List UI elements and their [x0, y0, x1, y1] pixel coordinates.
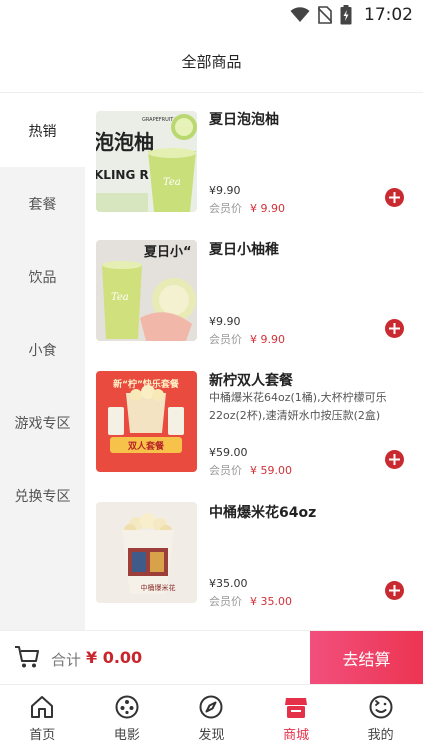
member-price: ¥ 35.00	[250, 595, 292, 608]
product-item[interactable]: 泡泡柚 GRAPEFRUIT JUICE KLING R Tea 夏日泡泡柚 ¥…	[85, 94, 423, 225]
image-text: Tea	[163, 177, 181, 188]
category-games[interactable]: 游戏专区	[0, 386, 85, 459]
tab-discover[interactable]: 发现	[169, 685, 254, 752]
compass-icon	[199, 695, 223, 719]
profile-icon	[369, 695, 393, 719]
product-price: ¥35.00	[209, 577, 248, 590]
image-text: KLING R	[96, 168, 149, 182]
image-text: 夏日小“	[143, 245, 192, 260]
film-reel-icon	[115, 695, 139, 719]
product-price: ¥9.90	[209, 184, 241, 197]
tab-label: 商城	[283, 728, 310, 743]
category-combo[interactable]: 套餐	[0, 167, 85, 240]
status-icons: 17:02	[290, 4, 413, 26]
add-to-cart-button[interactable]	[385, 450, 404, 469]
page-title: 全部商品	[181, 52, 242, 71]
member-price: ¥ 9.90	[250, 202, 285, 215]
plus-icon	[389, 454, 400, 465]
category-label: 热销	[28, 123, 57, 140]
total-amount: ¥ 0.00	[86, 648, 143, 667]
product-name: 夏日小柚稚	[209, 242, 279, 258]
category-snacks[interactable]: 小食	[0, 313, 85, 386]
bottom-tab-bar: 首页 电影 发现 商城 我的	[0, 684, 423, 752]
product-item[interactable]: 新“柠”快乐套餐 双人套餐 新柠双人套餐 中桶爆米花64oz(1桶),大杯柠檬可…	[85, 356, 423, 487]
category-label: 游戏专区	[14, 415, 71, 432]
product-price: ¥9.90	[209, 315, 241, 328]
category-sidebar: 热销 套餐 饮品 小食 游戏专区 兑换专区	[0, 94, 85, 630]
status-bar: 17:02	[0, 0, 423, 30]
category-redeem[interactable]: 兑换专区	[0, 459, 85, 532]
member-price-label: 会员价	[209, 333, 242, 346]
add-to-cart-button[interactable]	[385, 319, 404, 338]
tab-profile[interactable]: 我的	[338, 685, 423, 752]
no-sim-icon	[318, 6, 332, 24]
header: 全部商品	[0, 30, 423, 93]
wifi-icon	[290, 7, 310, 22]
product-image: 夏日小“ Tea	[96, 240, 197, 341]
category-hot[interactable]: 热销	[0, 94, 85, 167]
battery-icon	[340, 5, 352, 25]
plus-icon	[389, 323, 400, 334]
member-price-row: 会员价 ¥ 9.90	[209, 331, 285, 347]
shop-icon	[285, 698, 308, 718]
add-to-cart-button[interactable]	[385, 581, 404, 600]
plus-icon	[389, 192, 400, 203]
member-price: ¥ 59.00	[250, 464, 292, 477]
product-item[interactable]: 夏日小“ Tea 夏日小柚稚 ¥9.90 会员价 ¥ 9.90	[85, 225, 423, 356]
image-text: 双人套餐	[128, 440, 165, 452]
checkout-button[interactable]: 去结算	[310, 631, 423, 685]
tab-label: 电影	[113, 728, 140, 743]
product-list: 泡泡柚 GRAPEFRUIT JUICE KLING R Tea 夏日泡泡柚 ¥…	[85, 94, 423, 630]
category-drinks[interactable]: 饮品	[0, 240, 85, 313]
category-label: 饮品	[28, 269, 57, 286]
tab-label: 我的	[367, 728, 394, 743]
add-to-cart-button[interactable]	[385, 188, 404, 207]
member-price-row: 会员价 ¥ 59.00	[209, 462, 292, 478]
member-price-label: 会员价	[209, 202, 242, 215]
product-name: 中桶爆米花64oz	[209, 505, 317, 521]
member-price-label: 会员价	[209, 595, 242, 608]
member-price: ¥ 9.90	[250, 333, 285, 346]
product-price: ¥59.00	[209, 446, 248, 459]
product-item[interactable]: 中桶爆米花 中桶爆米花64oz ¥35.00 会员价 ¥ 35.00	[85, 487, 423, 618]
member-price-row: 会员价 ¥ 9.90	[209, 200, 285, 216]
tab-shop[interactable]: 商城	[254, 685, 339, 752]
tab-home[interactable]: 首页	[0, 685, 85, 752]
product-description: 中桶爆米花64oz(1桶),大杯柠檬可乐22oz(2杯),速清妍水巾按压款(2盒…	[209, 391, 387, 422]
image-text: 中桶爆米花	[141, 583, 176, 592]
status-time: 17:02	[364, 5, 413, 25]
product-name: 夏日泡泡柚	[209, 112, 279, 128]
image-text: Tea	[111, 292, 129, 303]
tab-label: 发现	[198, 728, 225, 743]
total-label: 合计	[51, 651, 82, 669]
product-image: 泡泡柚 GRAPEFRUIT JUICE KLING R Tea	[96, 111, 197, 212]
plus-icon	[389, 585, 400, 596]
image-text: 泡泡柚	[96, 130, 154, 154]
product-image: 新“柠”快乐套餐 双人套餐	[96, 371, 197, 472]
category-label: 套餐	[28, 196, 57, 213]
cart-icon[interactable]	[14, 645, 40, 669]
member-price-label: 会员价	[209, 464, 242, 477]
tab-label: 首页	[29, 728, 56, 743]
category-label: 兑换专区	[14, 488, 71, 505]
cart-bar: 合计 ¥ 0.00 去结算	[0, 630, 423, 685]
product-name: 新柠双人套餐	[209, 373, 293, 389]
member-price-row: 会员价 ¥ 35.00	[209, 593, 292, 609]
home-icon	[31, 696, 54, 718]
product-image: 中桶爆米花	[96, 502, 197, 603]
tab-movies[interactable]: 电影	[85, 685, 170, 752]
category-label: 小食	[28, 342, 57, 359]
